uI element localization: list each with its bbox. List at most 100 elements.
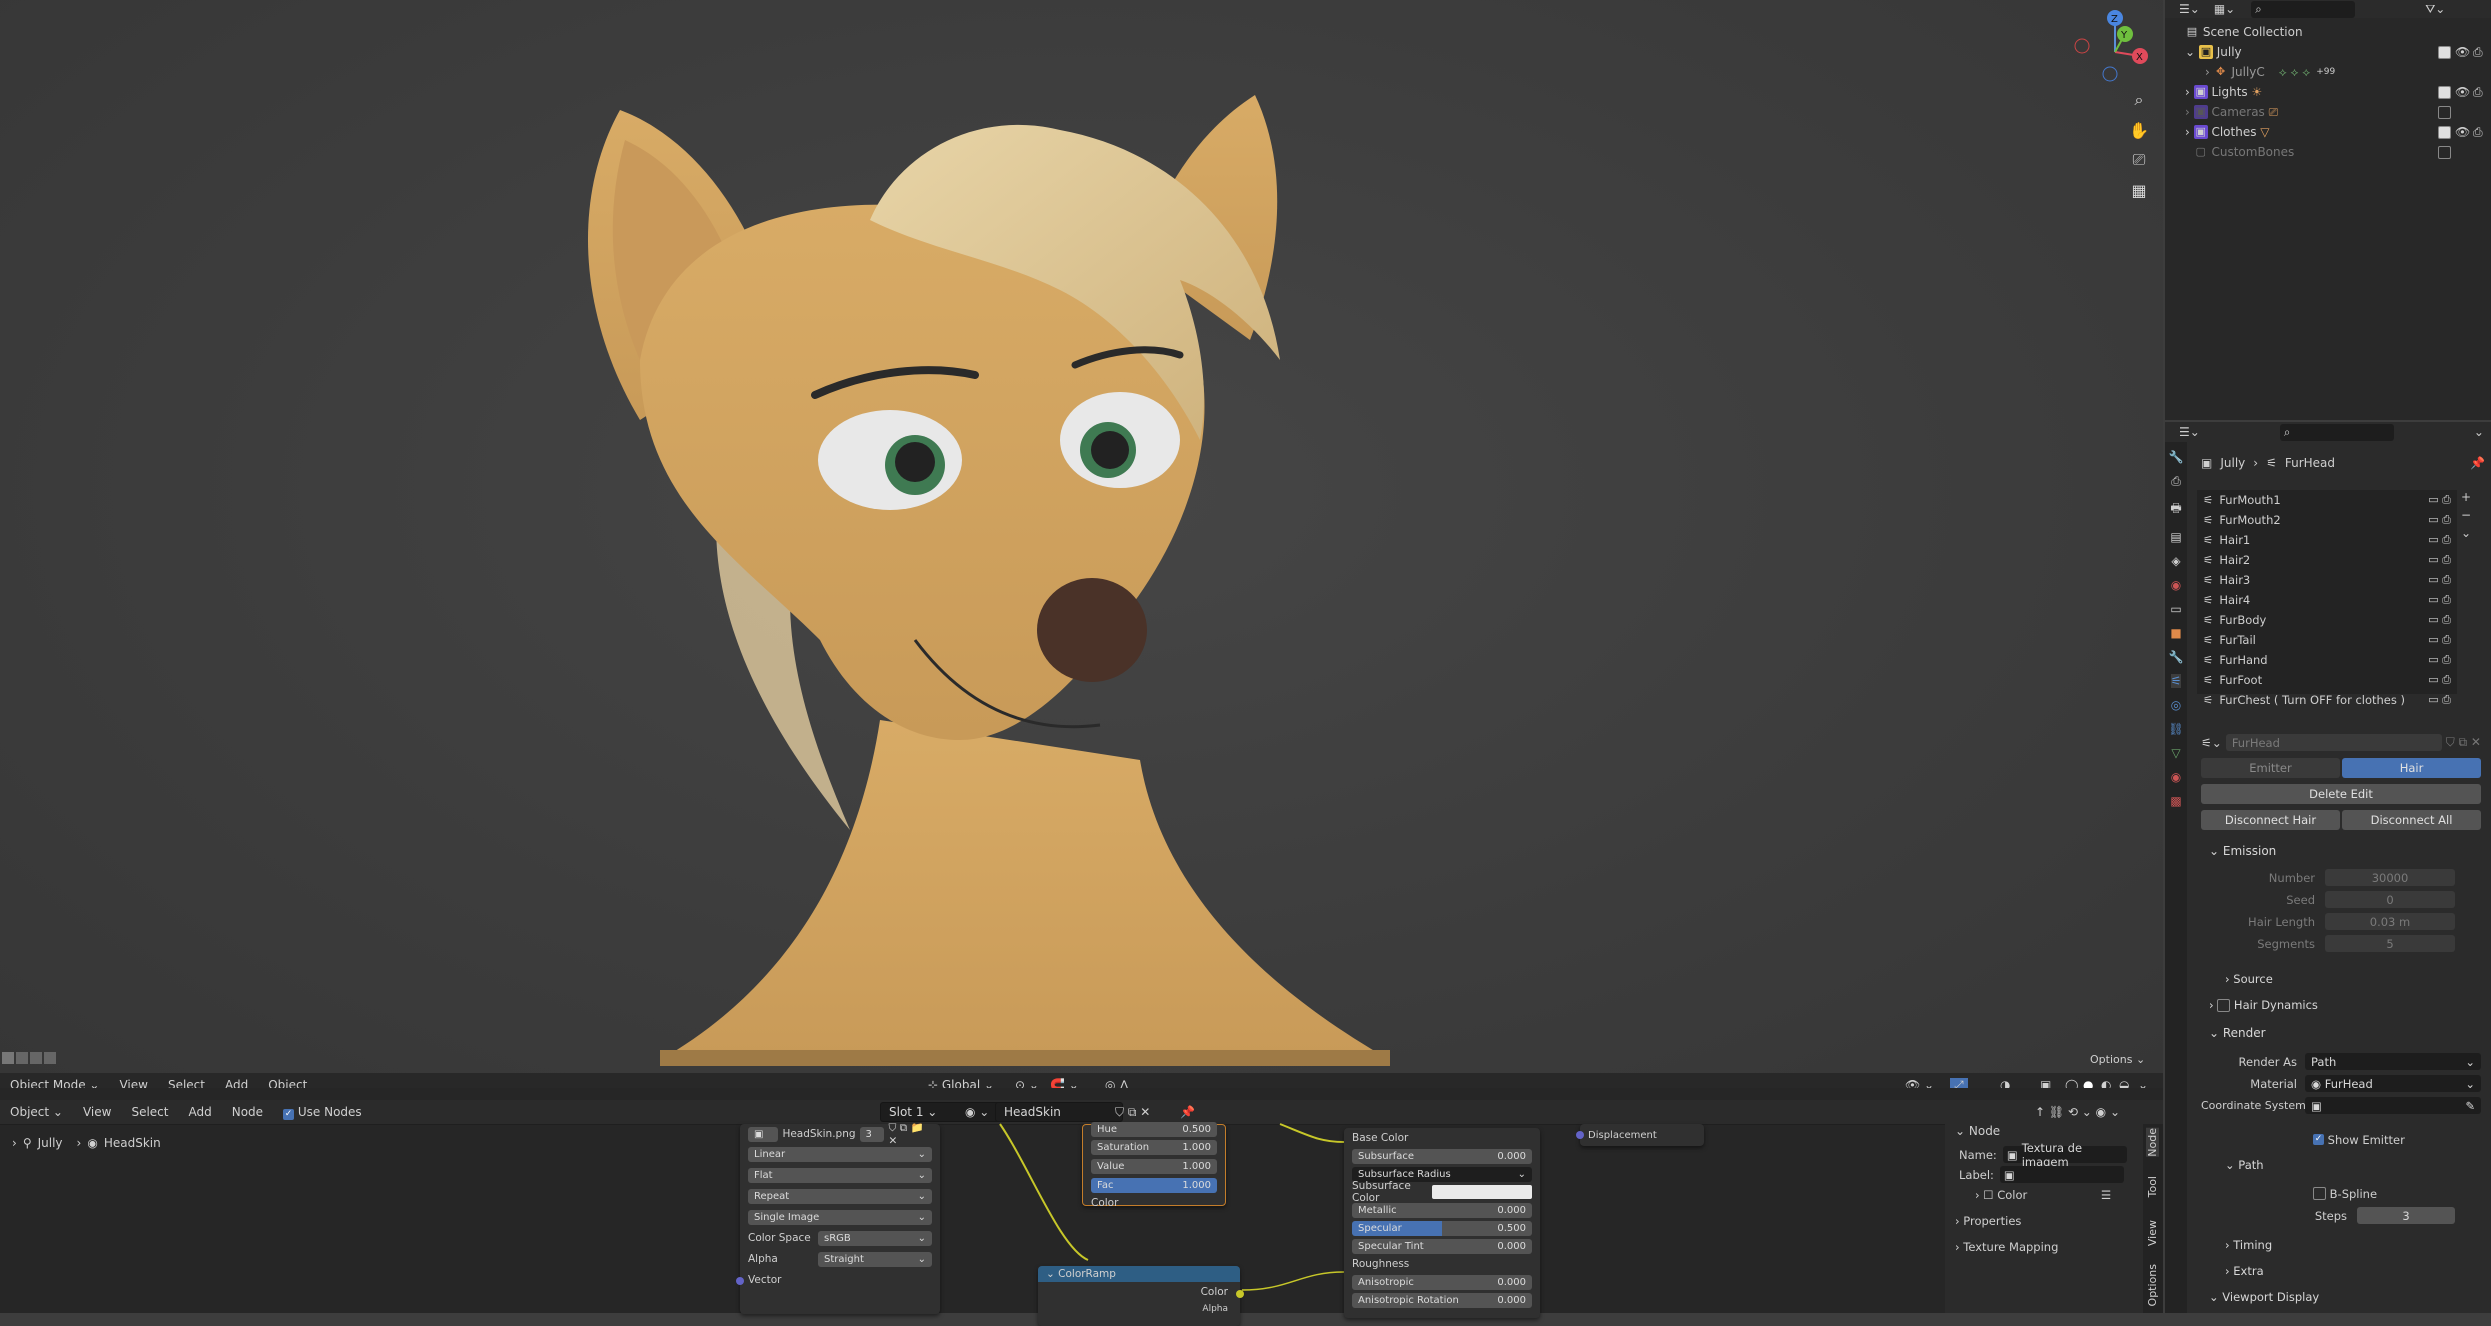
eye-icon[interactable]: 👁: [2455, 85, 2470, 99]
output-tab-icon[interactable]: 🖶: [2170, 499, 2181, 520]
select-mode-icons[interactable]: [2, 1052, 56, 1064]
zoom-icon[interactable]: ⌕: [2125, 86, 2153, 114]
material-tab-icon[interactable]: ◉: [2171, 770, 2181, 784]
editor-type-icon[interactable]: ☰⌄: [2179, 425, 2200, 439]
eye-icon[interactable]: 👁: [2455, 45, 2470, 59]
visibility-toggle-icons[interactable]: ▭ ⎙: [2428, 633, 2451, 647]
particle-system-item[interactable]: ⚟ FurMouth2 ▭ ⎙: [2197, 510, 2457, 530]
show-emitter-checkbox[interactable]: ✓ Show Emitter: [2313, 1130, 2405, 1149]
material-output-node[interactable]: Displacement: [1576, 1124, 1704, 1146]
particle-system-item[interactable]: ⚟ FurFoot ▭ ⎙: [2197, 670, 2457, 690]
settings-actions-icons[interactable]: ⛉ ⧉ ✕: [2446, 735, 2481, 750]
editor-type-icon[interactable]: ☰⌄: [2179, 2, 2200, 16]
properties-panel[interactable]: › Properties: [1955, 1214, 2021, 1228]
options-menu[interactable]: Options ⌄: [2090, 1053, 2145, 1066]
modifier-tab-icon[interactable]: 🔧: [2169, 650, 2184, 664]
hair-dynamics-panel[interactable]: › Hair Dynamics: [2209, 998, 2318, 1012]
particle-system-item[interactable]: ⚟ FurTail ▭ ⎙: [2197, 630, 2457, 650]
camera-icon[interactable]: ⎙: [2473, 45, 2483, 60]
node-editor[interactable]: Object ⌄ View Select Add Node ✓ Use Node…: [0, 1088, 2163, 1326]
pin-icon[interactable]: 📌: [2470, 456, 2485, 470]
particle-system-item[interactable]: ⚟ Hair4 ▭ ⎙: [2197, 590, 2457, 610]
particle-system-item[interactable]: ⚟ FurChest ( Turn OFF for clothes ) ▭ ⎙: [2197, 690, 2457, 710]
visibility-toggle-icons[interactable]: ▭ ⎙: [2428, 493, 2451, 507]
physics-tab-icon[interactable]: ◎: [2171, 698, 2181, 712]
seed-field[interactable]: 0: [2325, 891, 2455, 908]
render-as-dropdown[interactable]: Path ⌄: [2305, 1053, 2481, 1070]
constraints-tab-icon[interactable]: ⛓: [2168, 722, 2183, 736]
list-actions[interactable]: + − ⌄: [2461, 490, 2471, 540]
eye-icon[interactable]: 👁: [2455, 125, 2470, 139]
path-subpanel[interactable]: ⌄ Path: [2225, 1158, 2264, 1172]
visibility-toggle-icons[interactable]: ▭ ⎙: [2428, 533, 2451, 547]
node-color-panel[interactable]: › ☐ Color ☰: [1975, 1188, 2111, 1202]
visibility-toggle-icons[interactable]: ▭ ⎙: [2428, 673, 2451, 687]
delete-edit-button[interactable]: Delete Edit: [2201, 784, 2481, 804]
visibility-toggle-icons[interactable]: ▭ ⎙: [2428, 553, 2451, 567]
texture-mapping-panel[interactable]: › Texture Mapping: [1955, 1240, 2058, 1254]
outliner-item-jully[interactable]: ⌄ ▣ Jully 👁 ⎙: [2185, 42, 2485, 62]
particle-system-item[interactable]: ⚟ FurBody ▭ ⎙: [2197, 610, 2457, 630]
disconnect-hair-button[interactable]: Disconnect Hair: [2201, 810, 2340, 830]
subsurface-color-swatch[interactable]: [1432, 1185, 1532, 1199]
scene-collection-row[interactable]: ▤ Scene Collection: [2185, 22, 2303, 42]
hair-length-field[interactable]: 0.03 m: [2325, 913, 2455, 930]
data-tab-icon[interactable]: ▽: [2171, 746, 2180, 760]
filter-icon[interactable]: ⛛⌄: [2425, 2, 2445, 17]
tab-options[interactable]: Options: [2146, 1264, 2159, 1306]
bspline-checkbox[interactable]: B-Spline: [2313, 1184, 2377, 1203]
camera-view-icon[interactable]: ⎚: [2125, 146, 2153, 174]
particle-system-item[interactable]: ⚟ Hair1 ▭ ⎙: [2197, 530, 2457, 550]
outliner-item-clothes[interactable]: › ▣ Clothes ▽ 👁 ⎙: [2185, 122, 2485, 142]
node-section-header[interactable]: ⌄ Node: [1955, 1124, 2000, 1138]
particle-system-item[interactable]: ⚟ Hair2 ▭ ⎙: [2197, 550, 2457, 570]
tool-tab-icon[interactable]: 🔧: [2169, 450, 2184, 464]
view-layer-tab-icon[interactable]: ▤: [2170, 530, 2181, 544]
node-name-field[interactable]: ▣ Textura de imagem: [2002, 1141, 2127, 1169]
outliner-item-lights[interactable]: › ▣ Lights ☀ 👁 ⎙: [2185, 82, 2485, 102]
camera-icon[interactable]: ⎙: [2473, 85, 2483, 100]
scene-tab-icon[interactable]: ◈: [2171, 554, 2180, 568]
outliner-item-custombones[interactable]: › ▢ CustomBones: [2185, 142, 2485, 162]
particle-system-list[interactable]: ⚟ FurMouth1 ▭ ⎙ ⚟ FurMouth2 ▭ ⎙ ⚟ Hair1 ▭ ⎙ ⚟ Hair…: [2197, 490, 2457, 707]
disconnect-all-button[interactable]: Disconnect All: [2342, 810, 2481, 830]
texture-tab-icon[interactable]: ▩: [2170, 794, 2181, 808]
object-tab-icon[interactable]: ■: [2170, 626, 2181, 640]
render-tab-icon[interactable]: ⎙: [2171, 474, 2181, 489]
visibility-toggle-icons[interactable]: ▭ ⎙: [2428, 693, 2451, 707]
steps-field[interactable]: 3: [2357, 1207, 2455, 1224]
emitter-tab[interactable]: Emitter: [2201, 758, 2340, 778]
number-field[interactable]: 30000: [2325, 869, 2455, 886]
extra-subpanel[interactable]: › Extra: [2225, 1264, 2264, 1278]
world-tab-icon[interactable]: ◉: [2171, 578, 2181, 592]
timing-subpanel[interactable]: › Timing: [2225, 1238, 2272, 1252]
source-subpanel[interactable]: › Source: [2225, 972, 2273, 986]
principled-bsdf-node[interactable]: Base Color Subsurface 0.000 Subsurface Ra…: [1344, 1128, 1540, 1318]
options-icon[interactable]: ⌄: [2474, 425, 2484, 439]
particle-system-item[interactable]: ⚟ FurMouth1 ▭ ⎙: [2197, 490, 2457, 510]
visibility-toggle-icons[interactable]: ▭ ⎙: [2428, 573, 2451, 587]
properties-search[interactable]: ⌕: [2279, 423, 2394, 441]
emission-panel-header[interactable]: ⌄ Emission: [2209, 844, 2276, 858]
display-mode-icon[interactable]: ▦⌄: [2214, 2, 2235, 16]
outliner-item-jullyc[interactable]: › ✥ JullyC ⟡ ⟡ ⟡ +99: [2205, 62, 2485, 82]
particle-system-item[interactable]: ⚟ FurHand ▭ ⎙: [2197, 650, 2457, 670]
collection-tab-icon[interactable]: ▭: [2170, 602, 2181, 616]
particle-system-item[interactable]: ⚟ Hair3 ▭ ⎙: [2197, 570, 2457, 590]
coordinate-system-field[interactable]: ▣ ✎: [2305, 1097, 2481, 1114]
hair-tab[interactable]: Hair: [2342, 758, 2481, 778]
outliner-search[interactable]: ⌕: [2251, 0, 2356, 18]
tab-node[interactable]: Node: [2146, 1128, 2159, 1157]
outliner-item-cameras[interactable]: › ▣ Cameras ⎚: [2185, 102, 2485, 122]
material-dropdown[interactable]: ◉ FurHead ⌄: [2305, 1075, 2481, 1092]
camera-icon[interactable]: ⎙: [2473, 125, 2483, 140]
visibility-toggle-icons[interactable]: ▭ ⎙: [2428, 653, 2451, 667]
settings-name-field[interactable]: FurHead: [2225, 734, 2442, 751]
tab-view[interactable]: View: [2146, 1220, 2159, 1246]
visibility-toggle-icons[interactable]: ▭ ⎙: [2428, 593, 2451, 607]
visibility-toggle-icons[interactable]: ▭ ⎙: [2428, 513, 2451, 527]
ortho-grid-icon[interactable]: ▦: [2125, 176, 2153, 204]
tab-tool[interactable]: Tool: [2146, 1176, 2159, 1197]
visibility-toggle-icons[interactable]: ▭ ⎙: [2428, 613, 2451, 627]
navigation-gizmo[interactable]: Z Y X: [2070, 6, 2160, 86]
